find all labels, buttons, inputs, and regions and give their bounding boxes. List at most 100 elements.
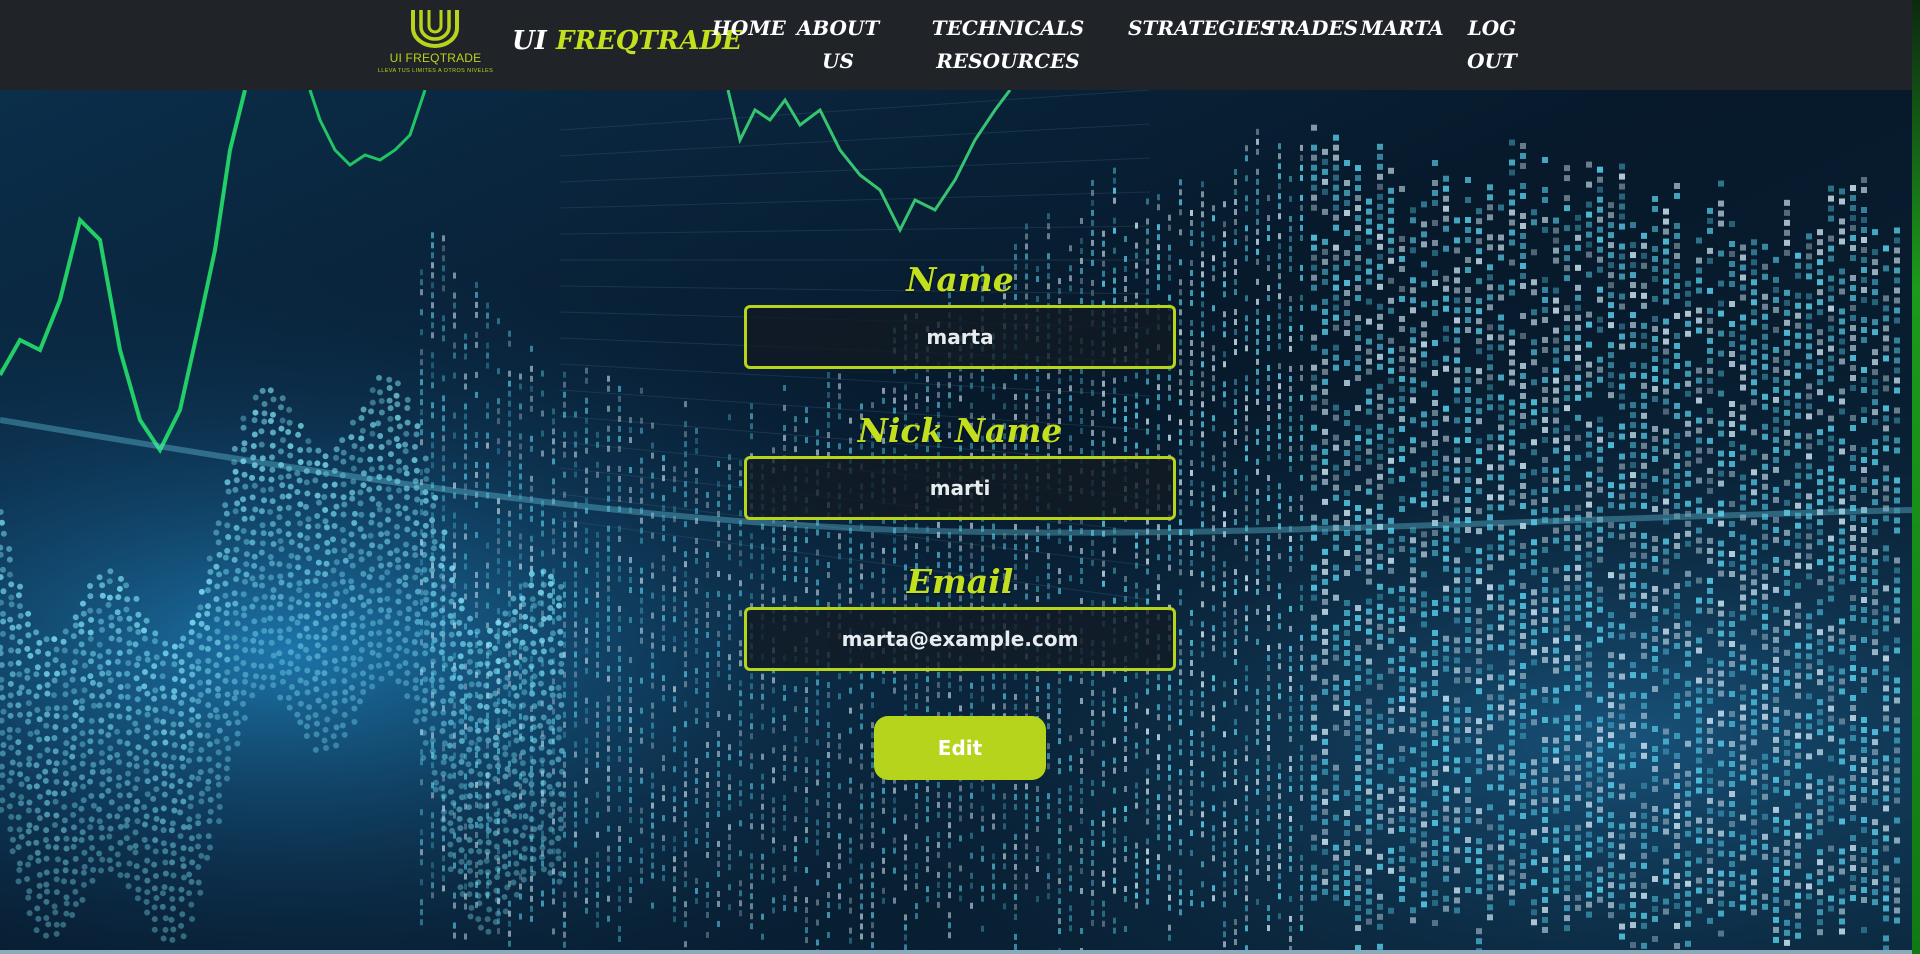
dot-column-segment — [1278, 823, 1281, 830]
dot-column-segment — [552, 458, 555, 465]
dot-column-segment — [1102, 780, 1105, 787]
dot-column-segment — [1025, 883, 1028, 890]
dot-column-segment — [1289, 805, 1292, 812]
dot-column-segment — [1245, 625, 1248, 632]
dot-column-segment — [1278, 403, 1281, 410]
dot-column-segment — [1476, 928, 1482, 935]
dot-column-segment — [1476, 508, 1482, 515]
dot-column-segment — [1498, 624, 1504, 631]
dot-column-segment — [552, 878, 555, 885]
dot-column-segment — [1091, 829, 1094, 836]
dot-column-segment — [563, 561, 566, 568]
dot-column-segment — [420, 359, 423, 366]
dot-column-segment — [673, 786, 676, 793]
dot-column-segment — [1278, 253, 1281, 260]
dot-column-segment — [1432, 539, 1438, 546]
dot-column-segment — [1465, 787, 1471, 794]
dot-column-segment — [1278, 693, 1281, 700]
dot-column-segment — [1212, 375, 1215, 382]
dot-column-segment — [1223, 921, 1226, 928]
dot-column-segment — [1443, 795, 1449, 802]
dot-column-segment — [607, 495, 610, 502]
dot-column-segment — [508, 570, 511, 577]
dot-column-segment — [1256, 308, 1259, 315]
dot-column-segment — [607, 575, 610, 582]
dot-column-segment — [1267, 235, 1270, 242]
dot-column-segment — [1542, 786, 1548, 793]
dot-column-segment — [563, 901, 566, 908]
dot-column-segment — [563, 431, 566, 438]
dot-column-segment — [1520, 472, 1526, 479]
dot-column-segment — [1531, 879, 1537, 886]
dot-column-segment — [1476, 478, 1482, 485]
dot-column-segment — [1355, 465, 1361, 472]
dot-column-segment — [772, 547, 775, 554]
dot-column-segment — [1036, 676, 1039, 683]
dot-column-segment — [783, 804, 786, 811]
dot-column-segment — [1256, 818, 1259, 825]
dot-column-segment — [519, 483, 522, 490]
dot-column-segment — [1322, 358, 1328, 365]
dot-column-segment — [1168, 684, 1171, 691]
dot-column-segment — [1410, 417, 1416, 424]
dot-column-segment — [1289, 705, 1292, 712]
dot-column-segment — [1377, 673, 1383, 680]
dot-column-segment — [1388, 857, 1394, 864]
dot-column-segment — [1388, 347, 1394, 354]
dot-column-segment — [574, 601, 577, 608]
dot-column-segment — [1300, 224, 1303, 231]
dot-column-segment — [827, 721, 830, 728]
dot-column-segment — [1311, 364, 1317, 371]
dot-column-segment — [552, 598, 555, 605]
dot-column-segment — [1135, 242, 1138, 249]
dot-column-segment — [1190, 759, 1193, 766]
dot-column-segment — [1421, 551, 1427, 558]
dot-column-segment — [827, 871, 830, 878]
dot-column-segment — [1344, 379, 1350, 386]
dot-column-segment — [948, 372, 951, 379]
dot-column-segment — [970, 522, 973, 529]
dot-column-segment — [563, 441, 566, 448]
dot-column-segment — [860, 683, 863, 690]
dot-column-segment — [805, 907, 808, 914]
dot-column-segment — [1531, 279, 1537, 286]
dot-column-segment — [585, 427, 588, 434]
dot-column-segment — [1113, 827, 1116, 834]
dot-column-segment — [552, 898, 555, 905]
dot-column-segment — [1366, 258, 1372, 265]
dot-column-segment — [882, 827, 885, 834]
dot-column-segment — [651, 862, 654, 869]
dot-column-segment — [1201, 901, 1204, 908]
dot-column-segment — [1179, 339, 1182, 346]
dot-column-segment — [1201, 241, 1204, 248]
dot-column-segment — [1311, 634, 1317, 641]
dot-column-segment — [882, 787, 885, 794]
dot-column-segment — [1509, 899, 1515, 906]
dot-column-segment — [1355, 215, 1361, 222]
dot-column-segment — [1542, 576, 1548, 583]
dot-column-segment — [1135, 702, 1138, 709]
dot-column-segment — [1080, 927, 1083, 934]
dot-column-segment — [1212, 395, 1215, 402]
dot-column-segment — [1256, 348, 1259, 355]
dot-column-segment — [750, 873, 753, 880]
dot-column-segment — [1366, 878, 1372, 885]
dot-column-segment — [1289, 405, 1292, 412]
dot-column-segment — [904, 544, 907, 551]
dot-column-segment — [1498, 324, 1504, 331]
dot-column-segment — [1289, 535, 1292, 542]
dot-column-segment — [1267, 435, 1270, 442]
dot-column-segment — [673, 846, 676, 853]
dot-column-segment — [585, 777, 588, 784]
dot-column-segment — [915, 843, 918, 850]
dot-column-segment — [1146, 298, 1149, 305]
dot-column-segment — [1542, 286, 1548, 293]
dot-column-segment — [1113, 767, 1116, 774]
dot-column-segment — [1509, 159, 1515, 166]
dot-column-segment — [827, 771, 830, 778]
dot-column-segment — [563, 531, 566, 538]
dot-column-segment — [1102, 550, 1105, 557]
dot-column-segment — [904, 404, 907, 411]
dot-column-segment — [629, 697, 632, 704]
dot-column-segment — [1377, 583, 1383, 590]
